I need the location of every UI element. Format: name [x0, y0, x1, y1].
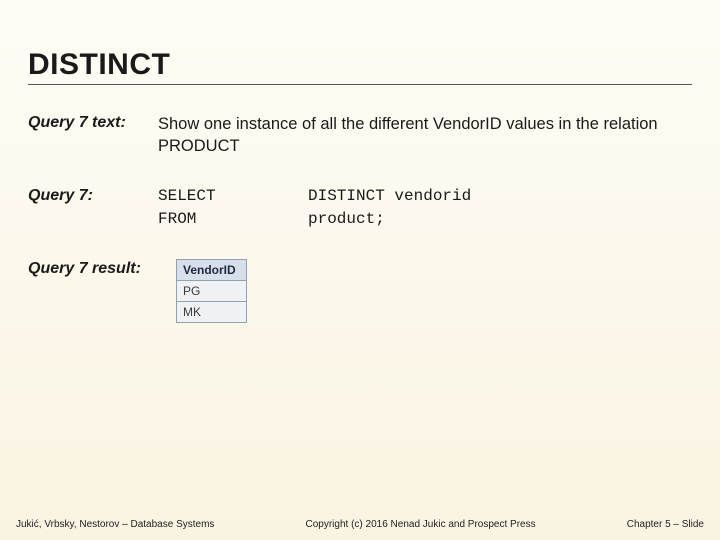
- query7-result-label: Query 7 result:: [28, 259, 158, 278]
- query7-sql-code: SELECT DISTINCT vendorid FROM product;: [158, 186, 692, 231]
- query7-text-row: Query 7 text: Show one instance of all t…: [28, 113, 692, 158]
- query7-result-row: Query 7 result: VendorID PG MK: [28, 259, 692, 323]
- query7-text-label: Query 7 text:: [28, 113, 158, 132]
- sql-value-from: product;: [308, 209, 692, 231]
- result-cell: PG: [177, 280, 247, 301]
- table-row: MK: [177, 301, 247, 322]
- result-cell: MK: [177, 301, 247, 322]
- footer-chapter: Chapter 5 – Slide: [617, 519, 704, 530]
- query7-result-table-wrap: VendorID PG MK: [176, 259, 247, 323]
- query7-result-table: VendorID PG MK: [176, 259, 247, 323]
- sql-keyword-select: SELECT: [158, 186, 308, 208]
- sql-value-select: DISTINCT vendorid: [308, 186, 692, 208]
- footer-copyright: Copyright (c) 2016 Nenad Jukic and Prosp…: [224, 519, 616, 530]
- query7-sql-label: Query 7:: [28, 186, 158, 205]
- footer-authors: Jukić, Vrbsky, Nestorov – Database Syste…: [16, 519, 224, 530]
- sql-keyword-from: FROM: [158, 209, 308, 231]
- slide-footer: Jukić, Vrbsky, Nestorov – Database Syste…: [0, 519, 720, 530]
- query7-text-body: Show one instance of all the different V…: [158, 113, 692, 158]
- slide-title: DISTINCT: [28, 48, 692, 85]
- table-row: PG: [177, 280, 247, 301]
- result-header-vendorid: VendorID: [177, 259, 247, 280]
- query7-sql-row: Query 7: SELECT DISTINCT vendorid FROM p…: [28, 186, 692, 231]
